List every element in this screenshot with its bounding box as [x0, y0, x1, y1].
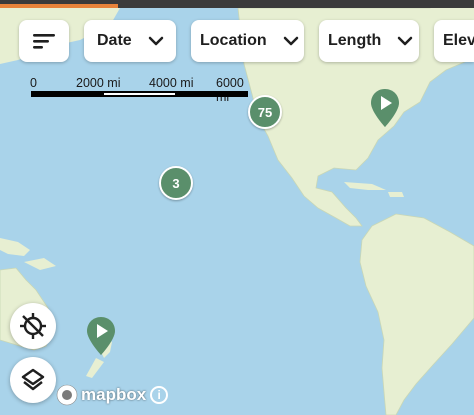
scale-label: 6000 mi	[216, 76, 244, 104]
location-button[interactable]	[10, 303, 56, 349]
filter-chip-length[interactable]: Length	[319, 20, 419, 62]
location-disabled-icon	[20, 313, 46, 339]
scale-bar: 0 2000 mi 4000 mi 6000 mi	[30, 76, 250, 104]
play-pin-icon[interactable]	[86, 316, 116, 356]
scale-label: 2000 mi	[76, 76, 121, 90]
mapbox-wordmark: mapbox	[81, 385, 147, 404]
filter-chip-label: Location	[200, 32, 267, 49]
info-icon[interactable]: i	[150, 386, 169, 404]
filter-chip-label: Length	[328, 32, 382, 49]
filter-chip-date[interactable]: Date	[84, 20, 176, 62]
land-hispaniola	[388, 192, 404, 197]
map-screen: Date Location Length Elev 0 2000 mi 4000…	[0, 0, 474, 415]
filter-chip-elevation[interactable]: Elev	[434, 20, 474, 62]
filter-chip-label: Date	[97, 32, 132, 49]
status-bar	[0, 0, 474, 8]
info-letter: i	[157, 388, 161, 402]
scale-label: 4000 mi	[149, 76, 194, 90]
filter-chip-location[interactable]: Location	[191, 20, 304, 62]
cluster-count: 3	[172, 175, 180, 191]
cluster-count: 75	[257, 104, 273, 120]
layers-button[interactable]	[10, 357, 56, 403]
chevron-down-icon	[148, 36, 163, 46]
chevron-down-icon	[398, 36, 413, 46]
filter-chip-label: Elev	[443, 32, 474, 49]
layers-icon	[21, 368, 45, 391]
chevron-down-icon	[283, 36, 298, 46]
sort-button[interactable]	[19, 20, 69, 62]
scale-bar-line	[31, 91, 248, 97]
sort-lines-icon	[33, 34, 55, 49]
progress-accent	[0, 4, 118, 8]
mapbox-logo-icon	[56, 384, 78, 406]
marker-cluster[interactable]: 75	[248, 95, 282, 129]
mapbox-attribution[interactable]: mapbox i	[56, 384, 169, 406]
scale-segment	[104, 93, 175, 95]
scale-label: 0	[30, 76, 37, 90]
marker-cluster[interactable]: 3	[159, 166, 193, 200]
map-canvas[interactable]	[0, 0, 474, 415]
play-pin-icon[interactable]	[370, 88, 400, 128]
